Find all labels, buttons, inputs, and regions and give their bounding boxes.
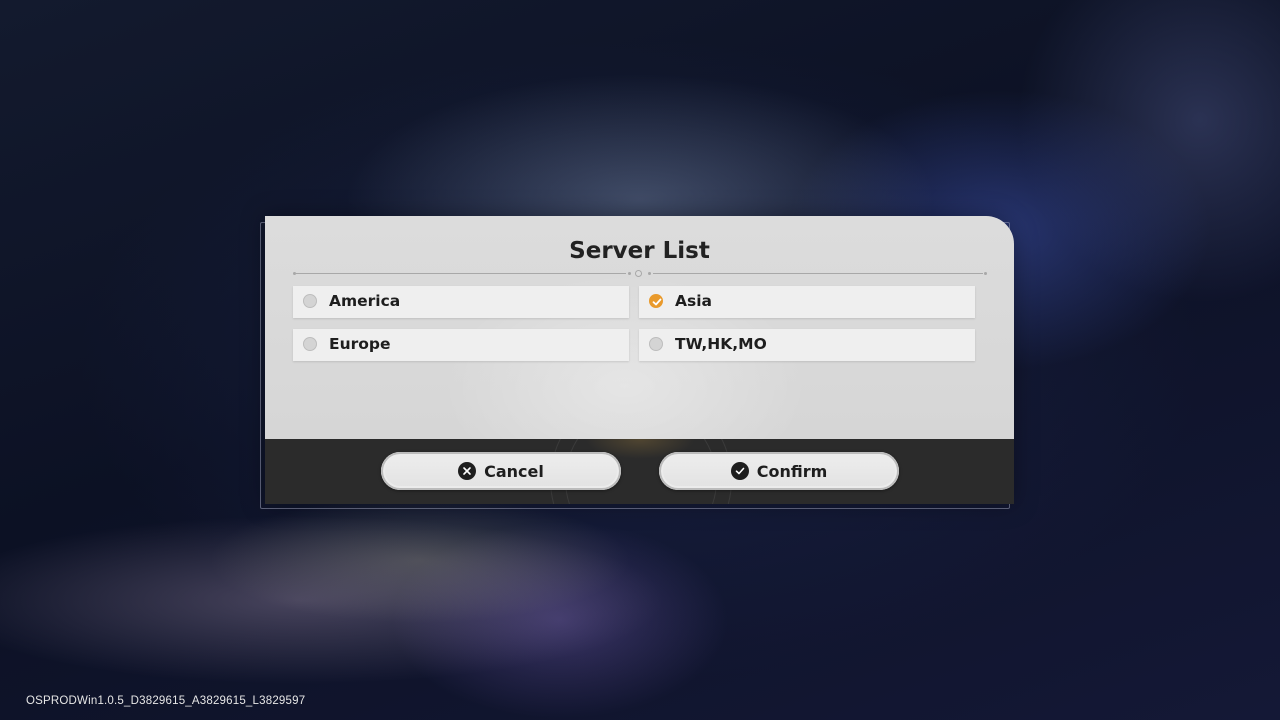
server-option-america[interactable]: America	[293, 286, 629, 318]
cancel-button-label: Cancel	[484, 461, 544, 481]
divider-dot	[628, 272, 631, 275]
server-option-label: TW,HK,MO	[675, 335, 767, 353]
server-option-label: Asia	[675, 292, 712, 310]
server-option-label: America	[329, 292, 401, 310]
close-icon	[458, 462, 477, 480]
radio-unselected-icon	[649, 337, 663, 351]
divider-line-right	[653, 273, 983, 274]
cancel-button[interactable]: Cancel	[381, 452, 621, 490]
server-option-tw-hk-mo[interactable]: TW,HK,MO	[639, 329, 975, 361]
title-divider	[293, 270, 987, 277]
confirm-button-label: Confirm	[756, 461, 828, 481]
dialog-title: Server List	[569, 238, 710, 264]
check-icon	[730, 462, 749, 480]
server-option-europe[interactable]: Europe	[293, 329, 629, 361]
divider-dot	[984, 272, 987, 275]
divider-ring	[635, 270, 642, 277]
dialog-body: Server List America Asia Europe TW,HK,MO	[265, 216, 1014, 439]
server-option-label: Europe	[329, 335, 391, 353]
server-list-dialog: Server List America Asia Europe TW,HK,MO…	[265, 216, 1014, 504]
checkmark-radio-icon	[649, 294, 663, 308]
version-string: OSPRODWin1.0.5_D3829615_A3829615_L382959…	[26, 695, 306, 707]
server-option-asia[interactable]: Asia	[639, 286, 975, 318]
divider-dot	[648, 272, 651, 275]
radio-unselected-icon	[303, 337, 317, 351]
dialog-footer	[265, 439, 1014, 504]
divider-line-left	[296, 273, 626, 274]
radio-unselected-icon	[303, 294, 317, 308]
confirm-button[interactable]: Confirm	[659, 452, 899, 490]
